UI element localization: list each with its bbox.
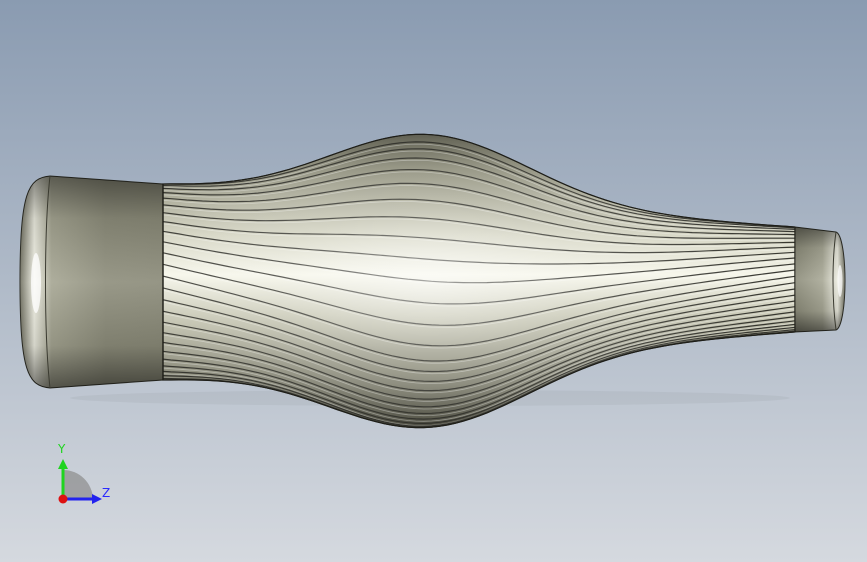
3d-scene[interactable]	[0, 0, 867, 562]
triad-y-label: Y	[58, 442, 66, 456]
right-cap-highlight	[837, 265, 843, 297]
right-end-cap-shade	[795, 227, 845, 332]
left-cap-highlight	[31, 253, 41, 313]
graphics-viewport[interactable]: Y Z	[0, 0, 867, 562]
triad-z-label: Z	[102, 486, 111, 500]
triad-x-axis-dot	[58, 494, 68, 504]
left-end-cap-shade	[20, 176, 163, 388]
